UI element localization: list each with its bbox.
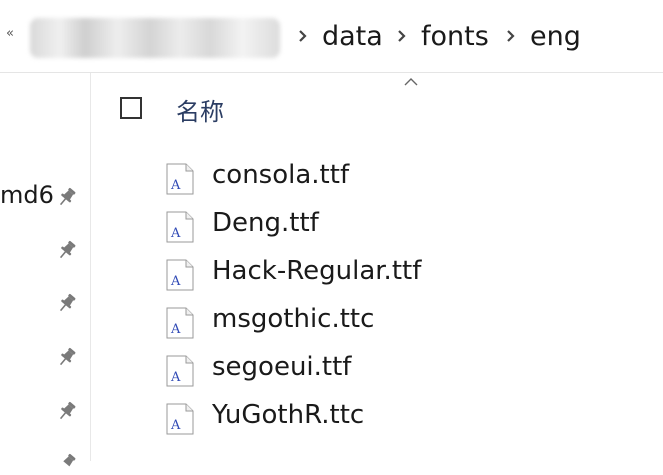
pin-icon[interactable]: [55, 185, 79, 209]
file-name: segoeui.ttf: [212, 352, 352, 382]
pin-icon[interactable]: [55, 345, 79, 369]
file-name: msgothic.ttc: [212, 304, 375, 334]
font-file-icon: A: [166, 211, 194, 243]
svg-text:A: A: [170, 178, 181, 193]
svg-text:A: A: [170, 322, 181, 337]
list-item[interactable]: A msgothic.ttc: [166, 302, 586, 342]
sort-ascending-icon: [404, 78, 418, 86]
address-bar[interactable]: « data fonts eng: [0, 0, 663, 73]
nav-item-label[interactable]: md6: [0, 181, 54, 209]
select-all-checkbox[interactable]: [120, 97, 142, 119]
font-file-icon: A: [166, 403, 194, 435]
list-item[interactable]: A Hack-Regular.ttf: [166, 254, 586, 294]
file-name: consola.ttf: [212, 160, 350, 190]
breadcrumb-segment-data[interactable]: data: [322, 20, 383, 54]
chevron-right-icon[interactable]: [394, 24, 410, 48]
file-name: Hack-Regular.ttf: [212, 256, 422, 286]
file-name: YuGothR.ttc: [212, 400, 365, 430]
pin-icon[interactable]: [55, 238, 79, 262]
svg-text:A: A: [170, 274, 181, 289]
svg-text:A: A: [170, 226, 181, 241]
list-item[interactable]: A segoeui.ttf: [166, 350, 586, 390]
list-item[interactable]: A YuGothR.ttc: [166, 398, 586, 438]
file-name: Deng.ttf: [212, 208, 319, 238]
svg-text:A: A: [170, 370, 181, 385]
font-file-icon: A: [166, 307, 194, 339]
pin-icon[interactable]: [55, 399, 79, 423]
list-item[interactable]: A consola.ttf: [166, 158, 586, 198]
breadcrumb-segment-fonts[interactable]: fonts: [421, 20, 489, 54]
breadcrumb-overflow-button[interactable]: «: [6, 26, 14, 41]
chevron-right-icon[interactable]: [295, 24, 311, 48]
font-file-icon: A: [166, 163, 194, 195]
chevron-right-icon[interactable]: [503, 24, 519, 48]
column-header-name[interactable]: 名称: [176, 92, 224, 127]
pin-icon[interactable]: [55, 291, 79, 315]
list-item[interactable]: A Deng.ttf: [166, 206, 586, 246]
pin-icon[interactable]: [55, 451, 79, 475]
breadcrumb-segment-eng[interactable]: eng: [530, 20, 581, 54]
navigation-pane: md6: [0, 73, 91, 467]
font-file-icon: A: [166, 259, 194, 291]
svg-text:A: A: [170, 418, 181, 433]
blurred-path-segment: [30, 18, 280, 58]
font-file-icon: A: [166, 355, 194, 387]
